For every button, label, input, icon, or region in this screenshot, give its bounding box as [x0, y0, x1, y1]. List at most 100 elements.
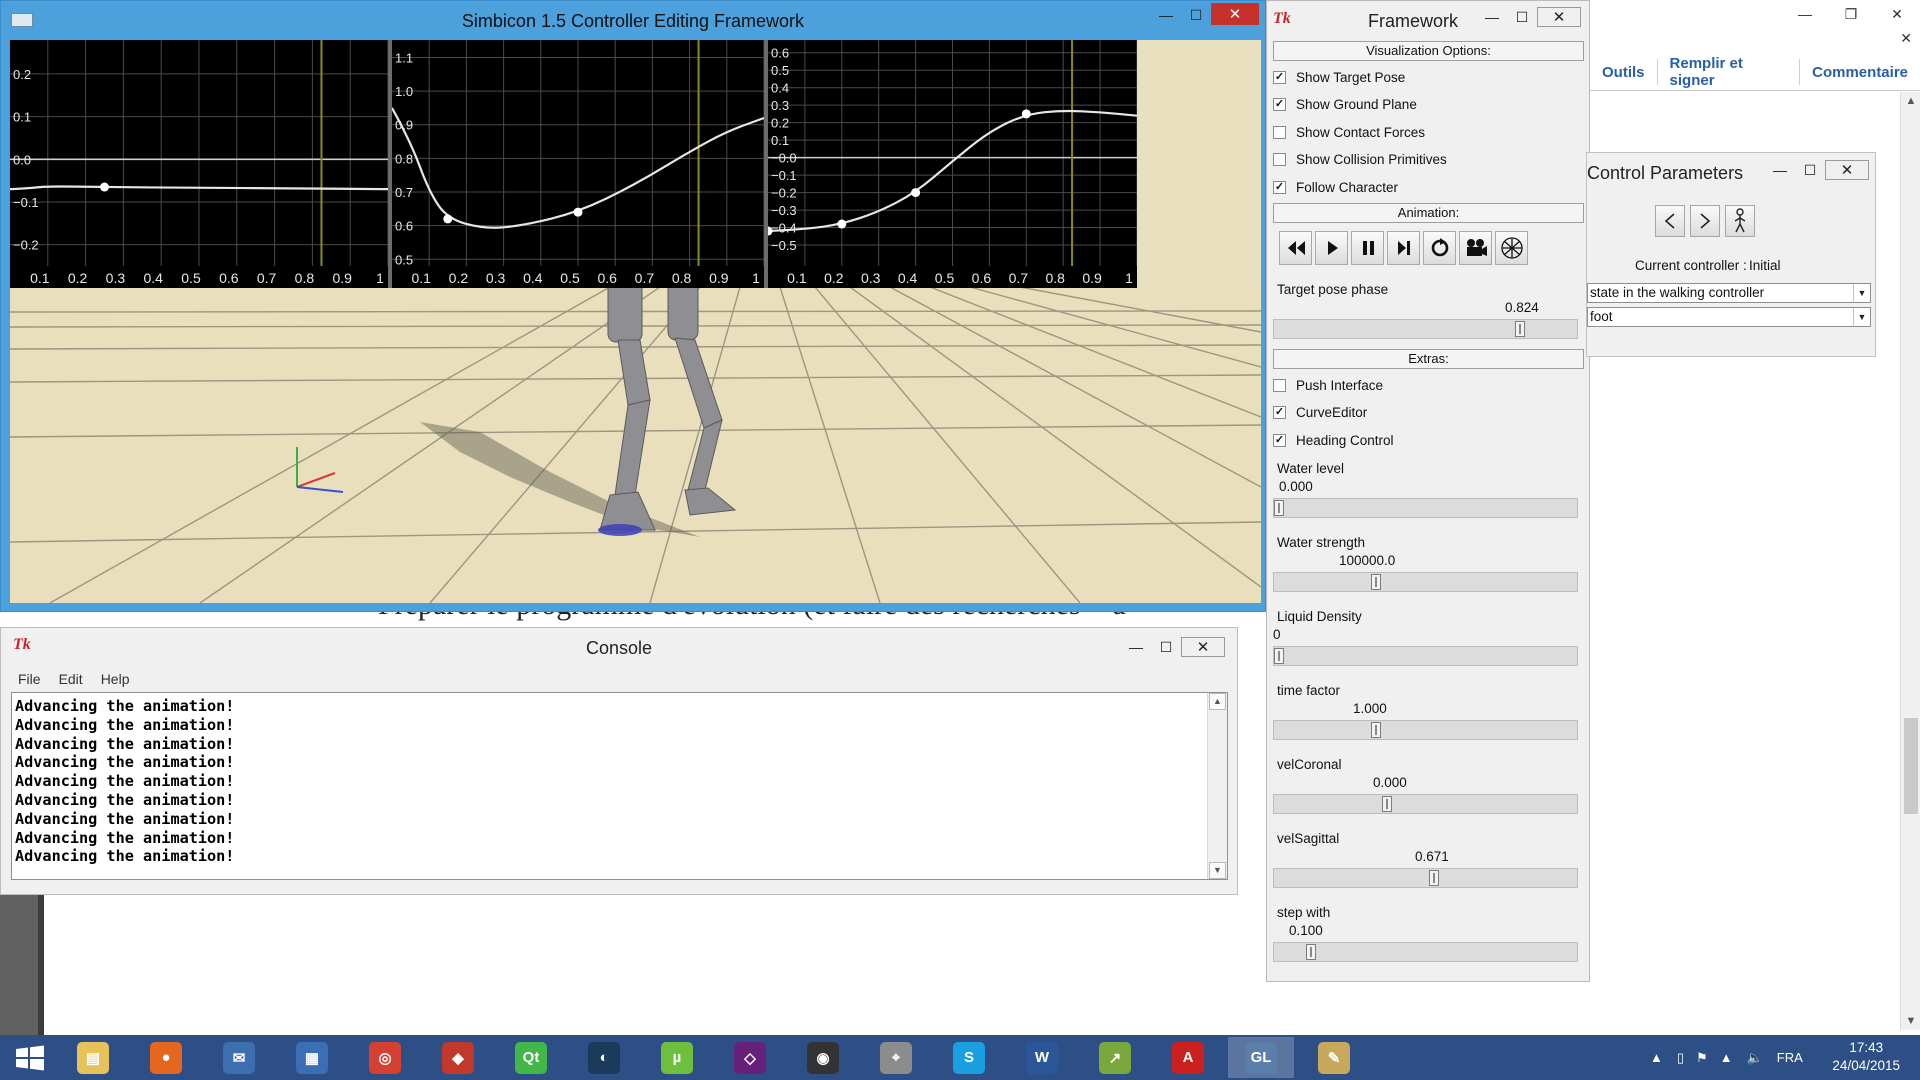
flag-icon[interactable]: ⚑: [1696, 1050, 1708, 1066]
menu-file[interactable]: File: [9, 671, 50, 687]
close-icon[interactable]: ✕: [1537, 7, 1581, 27]
taskbar-thunderbird[interactable]: ✉: [206, 1037, 272, 1078]
taskbar-steam[interactable]: ◐: [571, 1037, 637, 1078]
menu-help[interactable]: Help: [92, 671, 139, 687]
minimize-icon[interactable]: —: [1151, 3, 1181, 27]
checkbox-heading-control[interactable]: ✓ Heading Control: [1273, 430, 1394, 450]
checkbox-show-target-pose[interactable]: ✓ Show Target Pose: [1273, 67, 1405, 87]
slider-time-factor[interactable]: [1273, 720, 1578, 740]
curve-graph-1[interactable]: 0.2 0.1 0.0 −0.1 −0.2 0.1 0.2 0.3 0.4 0.5 0.6 0.7 0.…: [10, 40, 388, 288]
taskbar-firefox[interactable]: ●: [133, 1037, 199, 1078]
character-button[interactable]: [1725, 205, 1755, 237]
slider-thumb[interactable]: [1429, 870, 1440, 886]
network-icon[interactable]: ▲: [1720, 1050, 1733, 1065]
taskbar-control-panel[interactable]: ▦: [279, 1037, 345, 1078]
parameter-select[interactable]: foot ▼: [1587, 307, 1871, 327]
rewind-button[interactable]: [1279, 231, 1312, 265]
slider-thumb[interactable]: [1370, 722, 1381, 738]
pause-button[interactable]: [1351, 231, 1384, 265]
clock[interactable]: 17:43 24/04/2015: [1832, 1039, 1900, 1075]
checkmark-icon[interactable]: ✓: [1273, 406, 1286, 419]
taskbar-joystick[interactable]: ⌖: [863, 1037, 929, 1078]
battery-icon[interactable]: ▯: [1677, 1050, 1684, 1066]
minimize-icon[interactable]: —: [1765, 160, 1795, 180]
taskbar-acrobat[interactable]: A: [1155, 1037, 1221, 1078]
state-select[interactable]: state in the walking controller ▼: [1587, 283, 1871, 303]
taskbar-app-red[interactable]: ◆: [425, 1037, 491, 1078]
close-icon[interactable]: ✕: [1825, 160, 1869, 180]
close-icon[interactable]: ✕: [1211, 3, 1259, 25]
slider-thumb[interactable]: [1274, 648, 1284, 664]
toolbar-commentaire[interactable]: Commentaire: [1799, 59, 1920, 85]
checkbox-push-interface[interactable]: Push Interface: [1273, 375, 1383, 395]
checkbox-show-ground-plane[interactable]: ✓ Show Ground Plane: [1273, 95, 1417, 115]
checkbox-box[interactable]: [1273, 125, 1286, 139]
play-button[interactable]: [1315, 231, 1348, 265]
checkmark-icon[interactable]: ✓: [1273, 98, 1286, 111]
scroll-down-icon[interactable]: ▼: [1209, 862, 1226, 879]
close-icon[interactable]: ✕: [1874, 0, 1920, 28]
document-scrollbar[interactable]: ▲ ▼: [1900, 92, 1920, 1030]
scroll-thumb[interactable]: [1904, 718, 1918, 814]
slider-thumb[interactable]: [1382, 796, 1393, 812]
slider-velsagittal[interactable]: [1273, 868, 1578, 888]
taskbar-qt-creator[interactable]: Qt: [498, 1037, 564, 1078]
toolbar-remplir-signer[interactable]: Remplir et signer: [1656, 55, 1800, 89]
slider-velcoronal[interactable]: [1273, 794, 1578, 814]
curve-graph-3[interactable]: 0.6 0.5 0.4 0.3 0.2 0.1 −0.0 −0.1 −0.2 −0.3 −0.4 −0…: [768, 40, 1137, 288]
tray-expand-icon[interactable]: ▲: [1650, 1050, 1663, 1065]
slider-step-with[interactable]: [1273, 942, 1578, 962]
maximize-icon[interactable]: ☐: [1151, 637, 1181, 657]
language-indicator[interactable]: FRA: [1777, 1050, 1803, 1065]
slider-liquid-density[interactable]: [1273, 646, 1578, 666]
curve-editor[interactable]: 0.2 0.1 0.0 −0.1 −0.2 0.1 0.2 0.3 0.4 0.5 0.6 0.7 0.…: [10, 40, 1137, 288]
toolbar-outils[interactable]: Outils: [1590, 59, 1657, 85]
camera-button[interactable]: [1459, 231, 1492, 265]
maximize-icon[interactable]: ❐: [1828, 0, 1874, 28]
slider-water-level[interactable]: [1273, 498, 1578, 518]
checkmark-icon[interactable]: ✓: [1273, 180, 1286, 194]
console-scrollbar[interactable]: ▲ ▼: [1207, 693, 1227, 879]
checkbox-box[interactable]: [1273, 378, 1286, 392]
close-icon[interactable]: ✕: [1181, 637, 1225, 657]
taskbar-visual-studio[interactable]: ◇: [717, 1037, 783, 1078]
checkbox-curveeditor[interactable]: ✓ CurveEditor: [1273, 403, 1367, 423]
checkbox-show-collision-primitives[interactable]: Show Collision Primitives: [1273, 150, 1447, 170]
menu-edit[interactable]: Edit: [50, 671, 92, 687]
checkbox-follow-character[interactable]: ✓ Follow Character: [1273, 177, 1398, 197]
taskbar-excel-chart[interactable]: ↗: [1082, 1037, 1148, 1078]
checkbox-box[interactable]: [1273, 153, 1286, 166]
close-pane-icon[interactable]: ✕: [1900, 30, 1912, 47]
taskbar-skype[interactable]: S: [936, 1037, 1002, 1078]
checkmark-icon[interactable]: ✓: [1273, 70, 1286, 84]
slider-thumb[interactable]: [1274, 500, 1284, 516]
mesh-button[interactable]: [1495, 231, 1528, 265]
restart-button[interactable]: [1423, 231, 1456, 265]
taskbar-file-explorer[interactable]: ▤: [60, 1037, 126, 1078]
taskbar-word[interactable]: W: [1009, 1037, 1075, 1078]
maximize-icon[interactable]: ☐: [1795, 160, 1825, 180]
taskbar-github[interactable]: ◉: [790, 1037, 856, 1078]
step-button[interactable]: [1387, 231, 1420, 265]
console-output[interactable]: Advancing the animation! Advancing the an…: [11, 692, 1228, 880]
taskbar-opengl[interactable]: GL: [1228, 1037, 1294, 1078]
minimize-icon[interactable]: —: [1782, 0, 1828, 28]
checkmark-icon[interactable]: ✓: [1273, 433, 1286, 447]
previous-controller-button[interactable]: [1655, 205, 1685, 237]
target-pose-phase-slider[interactable]: [1273, 319, 1578, 339]
scroll-down-icon[interactable]: ▼: [1901, 1012, 1920, 1030]
scroll-up-icon[interactable]: ▲: [1901, 92, 1920, 110]
slider-thumb[interactable]: [1515, 321, 1526, 337]
taskbar-utorrent[interactable]: µ: [644, 1037, 710, 1078]
chevron-down-icon[interactable]: ▼: [1853, 308, 1870, 326]
next-controller-button[interactable]: [1690, 205, 1720, 237]
curve-graph-2[interactable]: 1.1 1.0 0.9 0.8 0.7 0.6 0.5 0.1 0.2 0.3 0.4 0.5 0.6 0…: [392, 40, 764, 288]
maximize-icon[interactable]: ☐: [1507, 7, 1537, 27]
maximize-icon[interactable]: ☐: [1181, 3, 1211, 27]
slider-water-strength[interactable]: [1273, 572, 1578, 592]
minimize-icon[interactable]: —: [1477, 7, 1507, 27]
taskbar-paint[interactable]: ✎: [1301, 1037, 1367, 1078]
volume-icon[interactable]: 🔈: [1747, 1050, 1763, 1066]
chevron-down-icon[interactable]: ▼: [1853, 284, 1870, 302]
windows-start-icon[interactable]: [10, 1045, 50, 1071]
